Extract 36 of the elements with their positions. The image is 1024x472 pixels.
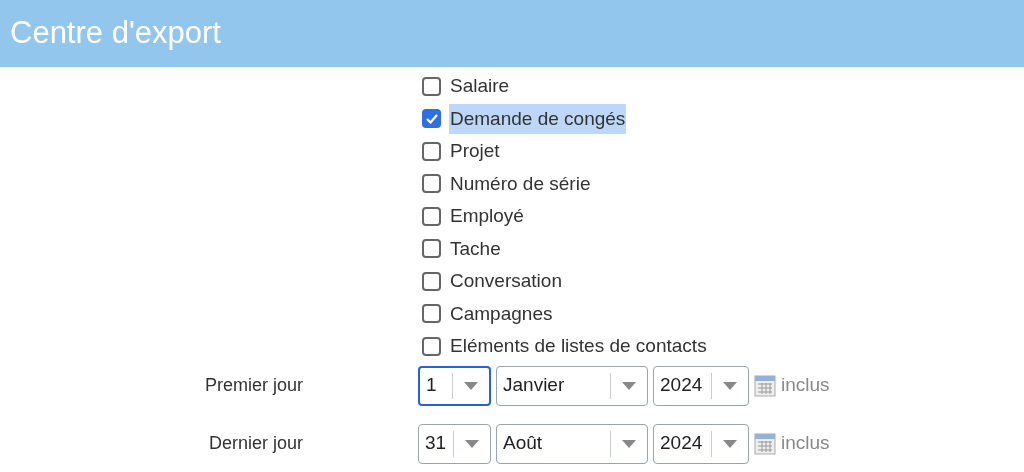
checkbox-label[interactable]: Eléments de listes de contacts (449, 331, 708, 362)
checkbox-label[interactable]: Numéro de série (449, 168, 592, 199)
caret-icon (723, 439, 737, 448)
checkbox[interactable] (422, 239, 441, 259)
checkbox-label[interactable]: Conversation (449, 266, 563, 297)
inclusive-note: inclus (781, 431, 830, 456)
dropdown[interactable]: 2024 (653, 365, 749, 406)
caret-icon (465, 439, 479, 448)
dropdown[interactable]: 1 (418, 365, 491, 406)
checkbox-label[interactable]: Projet (449, 136, 501, 167)
dropdown[interactable]: Août (496, 423, 648, 464)
checkbox[interactable] (422, 304, 441, 324)
field-label: Premier jour (203, 374, 303, 397)
checkbox[interactable] (422, 206, 441, 226)
checkbox-label[interactable]: Campagnes (449, 298, 554, 329)
inclusive-note: inclus (781, 373, 830, 398)
page-title: Centre d'export (10, 14, 221, 53)
checkbox-label[interactable]: Demande de congés (449, 103, 627, 134)
checkbox[interactable] (422, 109, 441, 129)
checkbox-label[interactable]: Tache (449, 233, 502, 264)
checkbox[interactable] (422, 141, 441, 161)
checkbox[interactable] (422, 336, 441, 356)
caret-icon (622, 439, 636, 448)
caret-icon (622, 381, 636, 390)
checkbox[interactable] (422, 76, 441, 96)
dropdown[interactable]: Janvier (496, 365, 648, 406)
checkbox[interactable] (422, 271, 441, 291)
checkbox-label[interactable]: Employé (449, 201, 525, 232)
field-label: Dernier jour (207, 432, 303, 455)
dropdown[interactable]: 31 (418, 423, 491, 464)
caret-icon (723, 381, 737, 390)
caret-icon (464, 381, 478, 390)
checkmark-icon (425, 113, 438, 124)
checkbox-label[interactable]: Salaire (449, 71, 511, 102)
checkbox[interactable] (422, 174, 441, 194)
dropdown[interactable]: 2024 (653, 423, 749, 464)
